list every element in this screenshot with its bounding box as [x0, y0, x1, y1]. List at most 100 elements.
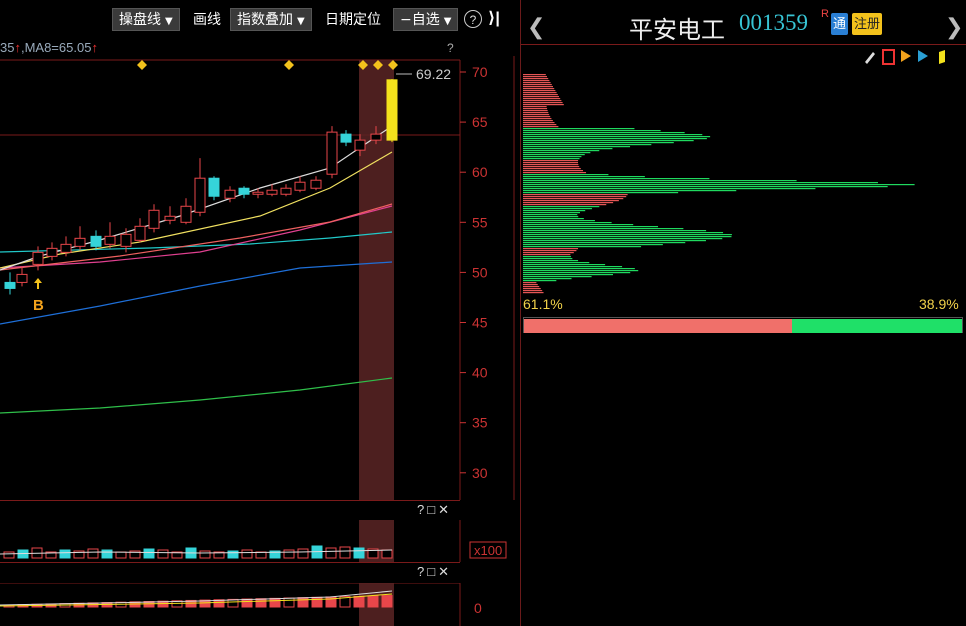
volume-chart[interactable]: x100: [0, 520, 518, 562]
indicator-panel-tools[interactable]: ?□✕: [417, 564, 452, 580]
profit-percent: 61.1%: [523, 296, 563, 312]
caopanxian-dropdown[interactable]: 操盘线 ▼: [112, 8, 180, 31]
chip-bar: [523, 192, 679, 194]
chip-bar: [523, 88, 555, 90]
chip-bar: [523, 280, 557, 282]
watchlist-dropdown[interactable]: −自选 ▼: [393, 8, 459, 31]
chip-tools: [865, 49, 945, 65]
chip-bar: [523, 76, 547, 78]
chip-bar: [523, 256, 571, 258]
chip-bar: [523, 144, 652, 146]
buy-signal-label: B: [33, 297, 44, 314]
volume-bar: [339, 546, 351, 559]
chip-bar: [523, 136, 711, 138]
draw-line-button[interactable]: 画线: [186, 8, 228, 31]
red-chart-icon[interactable]: [882, 49, 895, 65]
chip-bar: [523, 128, 635, 130]
index-overlay-dropdown[interactable]: 指数叠加 ▼: [230, 8, 312, 31]
indicator-bar: [381, 595, 393, 608]
candle-body: [224, 189, 236, 199]
next-stock-icon[interactable]: ❯: [945, 14, 963, 40]
candle-body: [164, 215, 176, 221]
candle-body: [326, 131, 338, 175]
chevron-down-icon: ▼: [165, 16, 173, 27]
chip-bar: [523, 226, 659, 228]
ma-line: [0, 205, 393, 269]
y-axis-tick: 60: [472, 164, 488, 180]
chip-bar: [523, 190, 737, 192]
yellow-flag-icon[interactable]: [901, 50, 911, 62]
ma-line: [0, 377, 393, 414]
candle-body: [32, 251, 44, 265]
chevron-down-icon: ▼: [297, 16, 305, 27]
y-axis-tick: 70: [472, 64, 488, 80]
volume-panel-header: [0, 500, 460, 521]
chip-bar: [523, 118, 552, 120]
chip-bar: [523, 126, 559, 128]
chip-bar: [523, 150, 600, 152]
blue-flag-icon[interactable]: [918, 50, 928, 62]
candle-body: [266, 189, 278, 195]
volume-bar: [143, 548, 155, 559]
chip-bar: [523, 252, 574, 254]
candle-body: [194, 177, 206, 213]
candle-body: [104, 235, 116, 245]
chip-bar: [523, 174, 609, 176]
chip-bar: [523, 74, 546, 76]
indicator-chart[interactable]: 0: [0, 583, 518, 626]
date-locate-button[interactable]: 日期定位: [318, 8, 388, 31]
volume-panel-tools[interactable]: ?□✕: [417, 502, 452, 518]
chip-bar: [523, 170, 584, 172]
loss-fill: [791, 319, 962, 333]
chip-bar: [523, 82, 551, 84]
chip-bar: [523, 148, 613, 150]
pencil-icon[interactable]: [865, 52, 875, 64]
current-price-label: 69.22: [416, 66, 451, 82]
indicator-bar: [311, 596, 323, 608]
chip-bar: [523, 166, 580, 168]
chip-bar: [523, 110, 548, 112]
chip-bar: [523, 176, 645, 178]
candle-body: [238, 187, 250, 195]
volume-bar: [115, 551, 127, 559]
indicator-bar: [297, 597, 309, 608]
kline-chart[interactable]: 70 65 60 55 50 45 40 35 30 B 69.22: [0, 56, 518, 500]
tong-badge: 通: [831, 13, 849, 35]
registration-badge: 注册: [852, 13, 883, 35]
chip-bar: [523, 178, 710, 180]
chip-bar: [523, 210, 586, 212]
volume-bar: [353, 547, 365, 559]
chip-bar: [523, 290, 543, 292]
diamond-marker-icon: [284, 60, 294, 70]
y-axis-tick: 55: [472, 214, 488, 230]
chip-bar: [523, 232, 724, 234]
bookmark-icon[interactable]: [939, 50, 945, 64]
y-axis-tick: 50: [472, 264, 488, 280]
prev-stock-icon[interactable]: ❮: [527, 14, 545, 40]
chip-bar: [523, 262, 590, 264]
chip-bar: [523, 284, 538, 286]
volume-bar: [241, 549, 253, 559]
caopanxian-label: 操盘线: [119, 12, 161, 28]
indicator-bar: [353, 595, 365, 608]
help-icon[interactable]: ?: [464, 10, 482, 28]
candle-body: [148, 209, 160, 229]
volume-bar: [227, 550, 239, 559]
chip-bar: [523, 276, 592, 278]
chart-toolbar: 操盘线 ▼ 画线 指数叠加 ▼ 日期定位 −自选 ▼ ? ⟩|: [0, 0, 518, 40]
chip-bar: [523, 236, 732, 238]
chip-bar: [523, 184, 915, 186]
chip-bar: [523, 240, 706, 242]
chip-bar: [523, 196, 627, 198]
indicator-bar: [283, 597, 295, 608]
r-flag: R: [821, 8, 829, 20]
chip-bar: [523, 168, 581, 170]
chip-bar: [523, 138, 707, 140]
chip-bar: [523, 180, 797, 182]
chart-help-icon[interactable]: ?: [447, 41, 454, 55]
indicator-bar: [241, 598, 253, 608]
indicator-bars: [0, 590, 393, 608]
chip-bar: [523, 84, 552, 86]
collapse-panel-icon[interactable]: ⟩|: [488, 8, 500, 28]
chip-bar: [523, 162, 579, 164]
